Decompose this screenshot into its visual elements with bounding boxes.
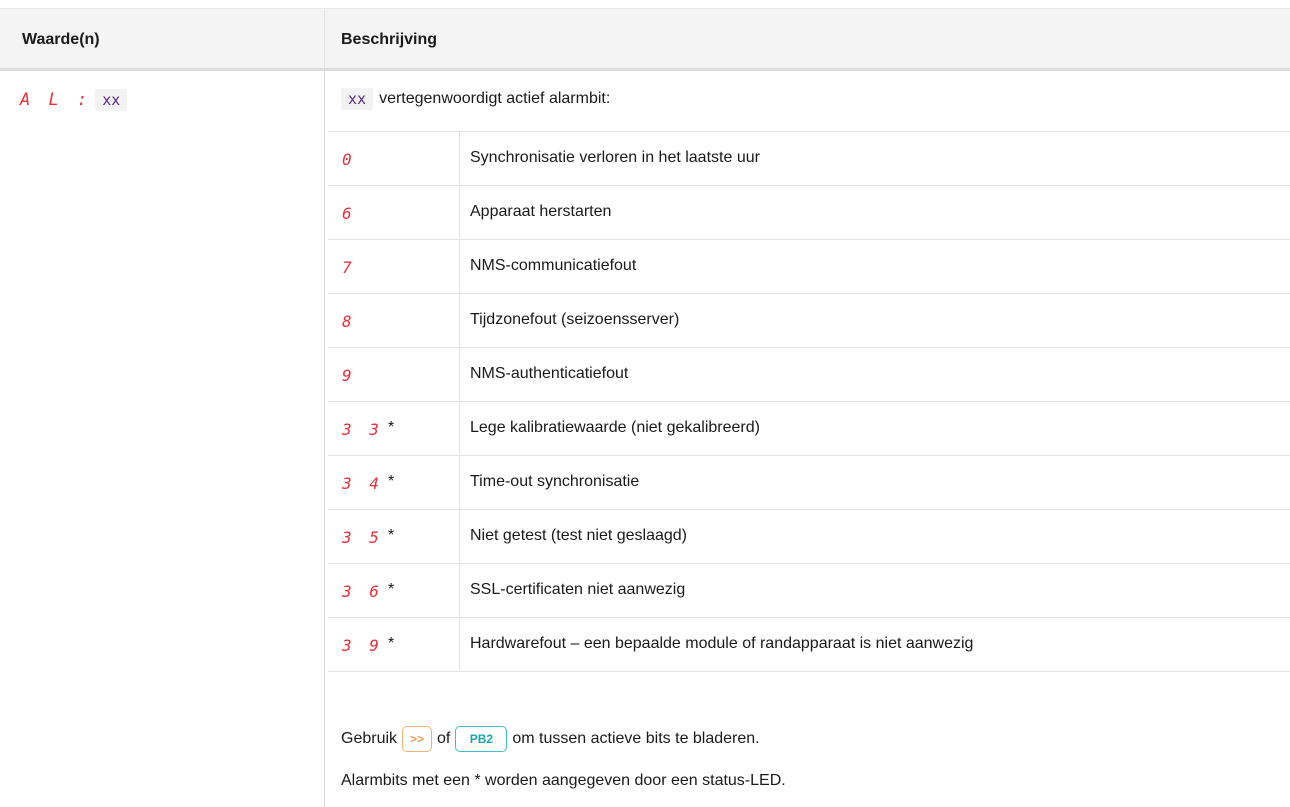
bit-code: 9	[342, 366, 356, 385]
bit-code: 3 6	[342, 582, 383, 601]
alarm-bit-table: 0 Synchronisatie verloren in het laatste…	[328, 131, 1290, 672]
bit-code: 3 3	[342, 420, 383, 439]
led-star: *	[388, 419, 395, 436]
table-row: 6 Apparaat herstarten	[328, 185, 1290, 239]
intro-text: vertegenwoordigt actief alarmbit:	[379, 90, 611, 107]
hint-post: om tussen actieve bits te bladeren.	[512, 730, 760, 747]
bit-code: 6	[342, 204, 356, 223]
intro-line: xx vertegenwoordigt actief alarmbit:	[341, 88, 610, 110]
bit-description: Lege kalibratiewaarde (niet gekalibreerd…	[470, 419, 760, 436]
bit-code: 3 5	[342, 528, 383, 547]
table-row: 9 NMS-authenticatiefout	[328, 347, 1290, 401]
led-star: *	[388, 635, 395, 652]
pb2-button[interactable]: PB2	[455, 726, 508, 752]
bit-description: Apparaat herstarten	[470, 203, 612, 220]
top-border	[0, 0, 1290, 9]
header-divider	[324, 9, 325, 68]
led-star: *	[388, 527, 395, 544]
bit-description: NMS-authenticatiefout	[470, 365, 629, 382]
bit-description: Tijdzonefout (seizoensserver)	[470, 311, 680, 328]
led-star: *	[388, 473, 395, 490]
bit-code: 8	[342, 312, 356, 331]
bit-description: SSL-certificaten niet aanwezig	[470, 581, 686, 598]
bit-code: 3 4	[342, 474, 383, 493]
table-row: 3 4 * Time-out synchronisatie	[328, 455, 1290, 509]
hint-or: of	[437, 730, 451, 747]
bit-description: NMS-communicatiefout	[470, 257, 637, 274]
bit-code: 7	[342, 258, 356, 277]
table-row: 3 3 * Lege kalibratiewaarde (niet gekalib…	[328, 401, 1290, 455]
led-note: Alarmbits met een * worden aangegeven do…	[341, 772, 786, 789]
header-values: Waarde(n)	[22, 31, 100, 48]
bit-code: 0	[342, 150, 356, 169]
bit-description: Niet getest (test niet geslaagd)	[470, 527, 688, 544]
table-row: 0 Synchronisatie verloren in het laatste…	[328, 131, 1290, 185]
header-description: Beschrijving	[341, 31, 438, 48]
alarm-display-code: A L :	[20, 90, 92, 110]
table-row: 3 5 * Niet getest (test niet geslaagd)	[328, 509, 1290, 563]
table-row: 3 6 * SSL-certificaten niet aanwezig	[328, 563, 1290, 617]
bit-description: Time-out synchronisatie	[470, 473, 640, 490]
bit-description: Hardwarefout – een bepaalde module of ra…	[470, 635, 974, 652]
intro-code-chip: xx	[341, 88, 374, 110]
bit-description: Synchronisatie verloren in het laatste u…	[470, 149, 760, 166]
alarm-value: A L : xx	[20, 89, 128, 111]
table-header: Waarde(n) Beschrijving	[0, 9, 1290, 71]
led-star: *	[388, 581, 395, 598]
navigation-hint: Gebruik >> of PB2 om tussen actieve bits…	[341, 726, 760, 752]
alarm-code-chip: xx	[95, 89, 128, 111]
next-button[interactable]: >>	[402, 726, 433, 752]
table-row: 3 9 * Hardwarefout – een bepaalde module …	[328, 617, 1290, 672]
table-row: 7 NMS-communicatiefout	[328, 239, 1290, 293]
bit-code: 3 9	[342, 636, 383, 655]
hint-pre: Gebruik	[341, 730, 398, 747]
values-column	[0, 71, 325, 807]
table-row: 8 Tijdzonefout (seizoensserver)	[328, 293, 1290, 347]
